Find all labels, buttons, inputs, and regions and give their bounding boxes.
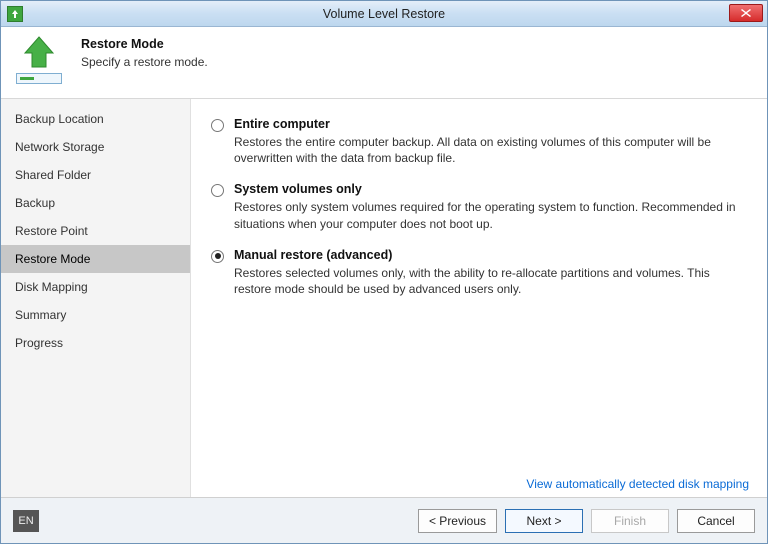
sidebar-item-disk-mapping[interactable]: Disk Mapping <box>1 273 190 301</box>
window-title: Volume Level Restore <box>1 7 767 21</box>
restore-arrow-icon <box>19 35 59 69</box>
next-button[interactable]: Next > <box>505 509 583 533</box>
sidebar-item-summary[interactable]: Summary <box>1 301 190 329</box>
footer: EN < Previous Next > Finish Cancel <box>1 497 767 543</box>
option-desc: Restores selected volumes only, with the… <box>234 265 747 297</box>
radio-system-volumes[interactable] <box>211 184 224 197</box>
option-title: System volumes only <box>234 182 747 196</box>
sidebar-item-network-storage[interactable]: Network Storage <box>1 133 190 161</box>
titlebar: Volume Level Restore <box>1 1 767 27</box>
sidebar-item-progress[interactable]: Progress <box>1 329 190 357</box>
wizard-body: Backup Location Network Storage Shared F… <box>1 99 767 497</box>
wizard-header: Restore Mode Specify a restore mode. <box>1 27 767 99</box>
sidebar-item-backup[interactable]: Backup <box>1 189 190 217</box>
option-entire-computer[interactable]: Entire computer Restores the entire comp… <box>211 117 747 166</box>
close-button[interactable] <box>729 4 763 22</box>
option-title: Manual restore (advanced) <box>234 248 747 262</box>
option-system-volumes[interactable]: System volumes only Restores only system… <box>211 182 747 231</box>
header-icon <box>9 33 69 84</box>
finish-button: Finish <box>591 509 669 533</box>
disk-bar-icon <box>16 73 62 84</box>
header-title: Restore Mode <box>81 37 208 51</box>
window: Volume Level Restore Restore Mode Specif… <box>0 0 768 544</box>
close-icon <box>741 9 751 17</box>
sidebar-item-restore-mode[interactable]: Restore Mode <box>1 245 190 273</box>
option-desc: Restores the entire computer backup. All… <box>234 134 747 166</box>
main-panel: Entire computer Restores the entire comp… <box>191 99 767 497</box>
header-subtitle: Specify a restore mode. <box>81 55 208 69</box>
option-title: Entire computer <box>234 117 747 131</box>
option-desc: Restores only system volumes required fo… <box>234 199 747 231</box>
radio-entire-computer[interactable] <box>211 119 224 132</box>
previous-button[interactable]: < Previous <box>418 509 497 533</box>
sidebar-item-shared-folder[interactable]: Shared Folder <box>1 161 190 189</box>
sidebar-item-restore-point[interactable]: Restore Point <box>1 217 190 245</box>
language-indicator[interactable]: EN <box>13 510 39 532</box>
option-manual-restore[interactable]: Manual restore (advanced) Restores selec… <box>211 248 747 297</box>
cancel-button[interactable]: Cancel <box>677 509 755 533</box>
radio-manual-restore[interactable] <box>211 250 224 263</box>
sidebar-item-backup-location[interactable]: Backup Location <box>1 105 190 133</box>
view-disk-mapping-link[interactable]: View automatically detected disk mapping <box>526 477 749 491</box>
sidebar: Backup Location Network Storage Shared F… <box>1 99 191 497</box>
